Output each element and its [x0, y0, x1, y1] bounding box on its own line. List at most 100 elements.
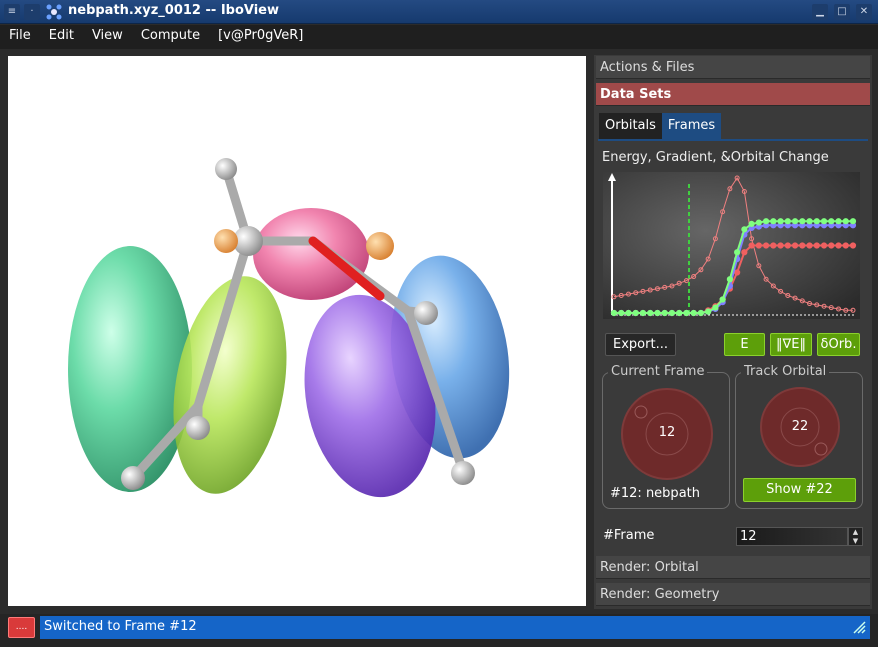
- toggle-gradient-button[interactable]: ‖∇E‖: [770, 333, 812, 356]
- series-3-point: [813, 218, 820, 225]
- sticky-icon[interactable]: ·: [24, 4, 40, 20]
- series-3-point: [632, 309, 639, 317]
- section-data-sets[interactable]: Data Sets: [596, 83, 870, 106]
- minimize-icon[interactable]: ▁: [812, 4, 828, 20]
- series-1-point: [835, 242, 842, 249]
- status-indicator[interactable]: ....: [8, 617, 35, 638]
- series-3-point: [697, 309, 705, 317]
- menu-bar: File Edit View Compute [v@Pr0gVeR]: [0, 25, 878, 49]
- show-orbital-button[interactable]: Show #22: [743, 478, 856, 502]
- frame-plot-svg: [608, 173, 857, 317]
- series-3-point: [770, 218, 777, 225]
- track-orbital-dial-handle[interactable]: [814, 442, 828, 456]
- series-3-point: [676, 309, 683, 317]
- series-3-point: [610, 309, 618, 317]
- orbital-render: [68, 158, 510, 498]
- frame-plot[interactable]: [603, 172, 860, 319]
- series-3-point: [661, 309, 668, 317]
- track-orbital-dial-value: 22: [791, 419, 809, 434]
- spin-down-icon[interactable]: ▼: [849, 537, 862, 546]
- window-title: nebpath.xyz_0012 -- IboView: [68, 3, 280, 18]
- plot-title: Energy, Gradient, &Orbital Change: [602, 150, 829, 165]
- series-3-point: [762, 218, 770, 225]
- menu-user[interactable]: [v@Pr0gVeR]: [209, 25, 312, 49]
- menu-edit[interactable]: Edit: [40, 25, 83, 49]
- toggle-energy-button[interactable]: E: [724, 333, 765, 356]
- series-3-point: [741, 226, 748, 233]
- frame-field-label: #Frame: [603, 528, 655, 543]
- series-3-point: [784, 218, 791, 225]
- series-3-point: [712, 304, 719, 311]
- series-1-point: [806, 242, 813, 249]
- status-message: Switched to Frame #12: [40, 616, 870, 639]
- series-3-point: [705, 308, 712, 315]
- series-1-point: [842, 242, 849, 249]
- tab-frames[interactable]: Frames: [661, 113, 722, 140]
- series-3-point: [618, 309, 625, 317]
- series-1-point: [799, 242, 806, 249]
- close-icon[interactable]: ✕: [856, 4, 872, 20]
- resize-grip-icon[interactable]: [852, 620, 866, 634]
- series-3-point: [726, 276, 733, 283]
- dataset-tabs: Orbitals Frames: [599, 113, 722, 140]
- series-1-point: [828, 242, 835, 249]
- series-3-point: [654, 309, 661, 317]
- frame-number-input[interactable]: 12: [736, 527, 848, 546]
- current-frame-name: #12: nebpath: [610, 486, 700, 501]
- menu-file[interactable]: File: [0, 25, 40, 49]
- series-1-point: [820, 242, 828, 249]
- series-3-point: [734, 249, 741, 256]
- series-3-point: [690, 309, 697, 317]
- plot-y-arrow: [608, 173, 616, 181]
- series-1-point: [813, 242, 820, 249]
- track-orbital-label: Track Orbital: [741, 364, 830, 379]
- series-1-point: [849, 242, 857, 249]
- series-3-point: [719, 296, 726, 303]
- current-frame-dial-handle[interactable]: [634, 405, 648, 419]
- series-3-point: [639, 309, 647, 317]
- app-icon: [46, 4, 62, 20]
- menu-compute[interactable]: Compute: [132, 25, 209, 49]
- section-actions-files[interactable]: Actions & Files: [596, 56, 870, 79]
- section-render-orbital[interactable]: Render: Orbital: [596, 556, 870, 579]
- series-1-point: [777, 242, 784, 249]
- series-1-point: [762, 242, 770, 249]
- window-menu-icon[interactable]: ≡: [4, 4, 20, 20]
- toggle-orbital-change-button[interactable]: δOrb.: [817, 333, 860, 356]
- series-3-point: [748, 220, 755, 228]
- tab-orbitals[interactable]: Orbitals: [599, 113, 662, 140]
- series-3-point: [791, 218, 799, 225]
- series-1-point: [770, 242, 777, 249]
- menu-view[interactable]: View: [83, 25, 132, 49]
- series-3-point: [835, 218, 842, 225]
- series-3-point: [755, 219, 762, 226]
- spin-up-icon[interactable]: ▲: [849, 528, 862, 537]
- orbital-pink-lobe: [253, 208, 369, 300]
- current-frame-dial-value: 12: [658, 425, 676, 440]
- series-1-point: [791, 242, 799, 249]
- series-3-point: [799, 218, 806, 225]
- molecule-viewport[interactable]: [8, 56, 586, 606]
- section-render-geometry[interactable]: Render: Geometry: [596, 583, 870, 606]
- series-3-point: [842, 218, 849, 225]
- series-3-point: [625, 309, 632, 317]
- current-frame-label: Current Frame: [608, 364, 708, 379]
- tab-underline: [598, 139, 868, 141]
- series-3-point: [849, 218, 857, 225]
- series-1-point: [748, 242, 755, 249]
- series-1-point: [784, 242, 791, 249]
- export-button[interactable]: Export...: [605, 333, 676, 356]
- series-3-point: [828, 218, 835, 225]
- frame-spinner[interactable]: ▲ ▼: [848, 527, 863, 546]
- series-3-point: [820, 218, 828, 225]
- series-3-point: [647, 309, 654, 317]
- series-3-point: [683, 309, 690, 317]
- series-3-point: [806, 218, 813, 225]
- series-line-3: [614, 220, 853, 314]
- maximize-icon[interactable]: □: [834, 4, 850, 20]
- title-bar: ≡ · nebpath.xyz_0012 -- IboView ▁ □ ✕: [0, 0, 878, 24]
- series-1-point: [741, 249, 748, 256]
- series-3-point: [668, 309, 676, 317]
- series-1-point: [755, 242, 762, 249]
- orbital-green-lobe: [68, 246, 192, 492]
